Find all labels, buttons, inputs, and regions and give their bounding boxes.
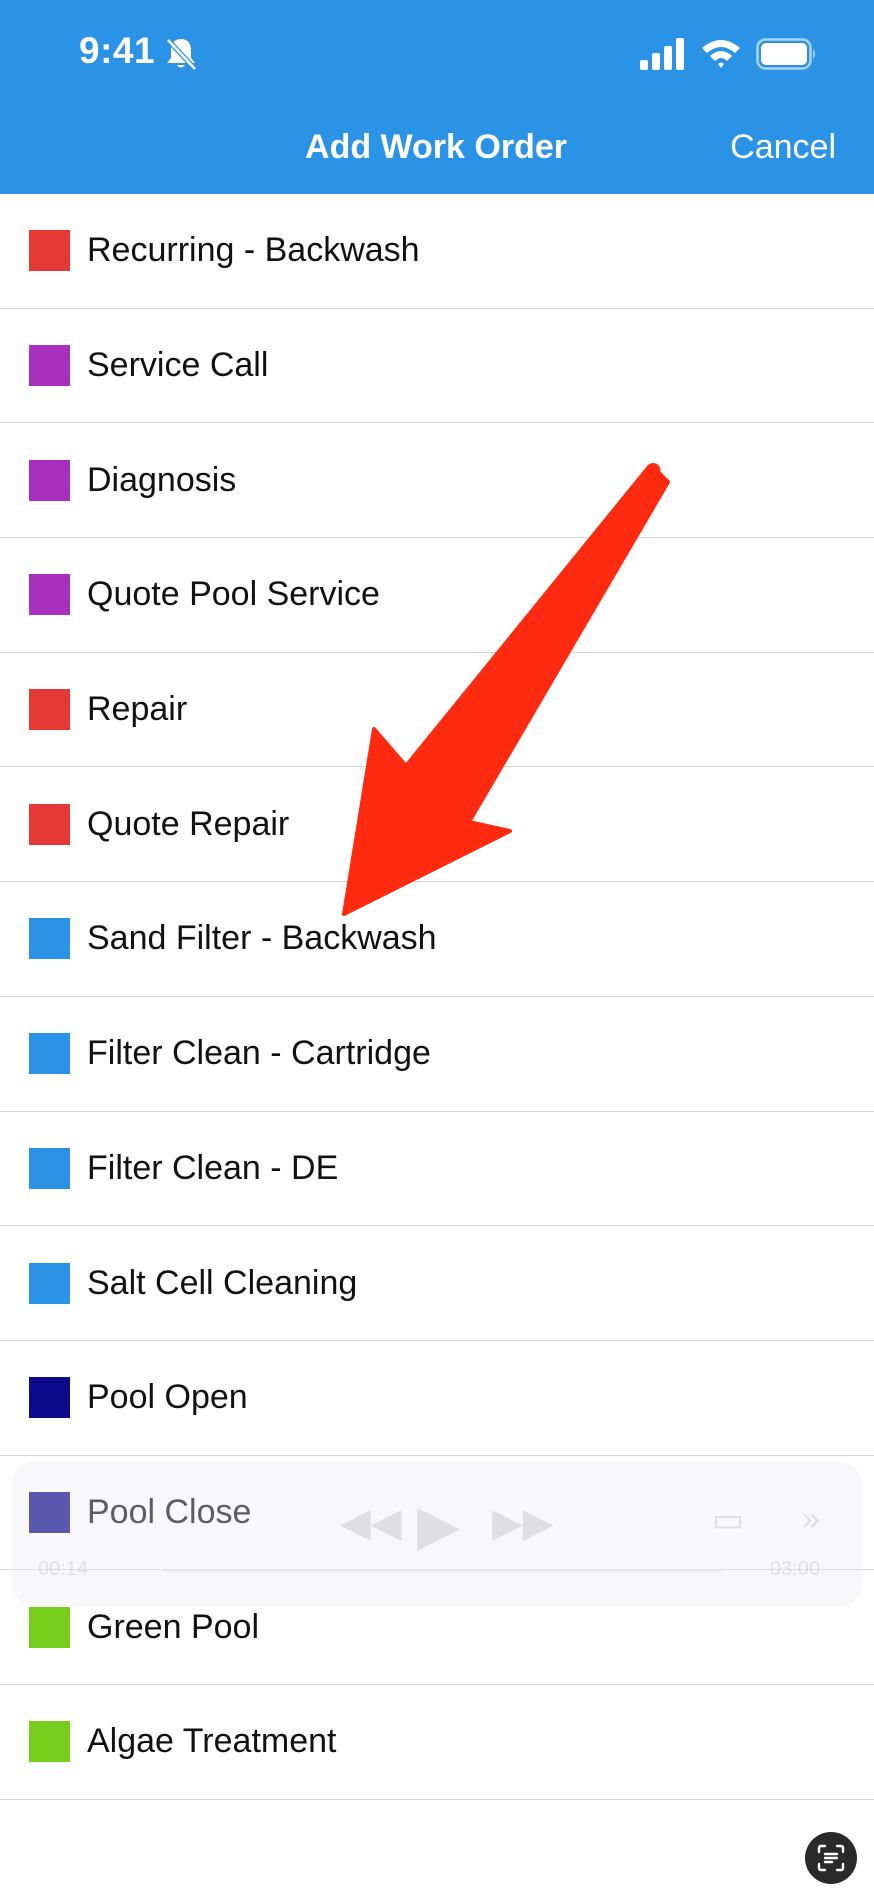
work-order-type-label: Filter Clean - Cartridge [87,1034,431,1073]
work-order-type-label: Repair [87,690,188,729]
color-swatch [29,918,70,960]
color-swatch [29,1147,70,1189]
color-swatch [29,1491,70,1533]
work-order-type-label: Algae Treatment [87,1722,337,1761]
live-text-icon [817,1844,845,1872]
color-swatch [29,803,70,845]
work-order-type-label: Pool Open [87,1378,248,1417]
work-order-type-row[interactable]: Quote Pool Service [0,538,874,653]
work-order-type-row[interactable]: Filter Clean - Cartridge [0,997,874,1112]
wifi-icon [702,40,740,68]
work-order-type-row[interactable]: Filter Clean - DE [0,1112,874,1227]
live-text-button[interactable] [805,1832,857,1884]
work-order-type-label: Sand Filter - Backwash [87,919,437,958]
work-order-type-label: Quote Repair [87,804,290,843]
work-order-type-row[interactable]: Pool Open [0,1341,874,1456]
color-swatch [29,1033,70,1075]
color-swatch [29,1377,70,1419]
work-order-type-label: Pool Close [87,1492,252,1531]
work-order-type-row[interactable]: Pool Close [0,1456,874,1571]
work-order-type-row[interactable]: Algae Treatment [0,1685,874,1800]
work-order-type-row[interactable]: Green Pool [0,1570,874,1685]
bell-slash-icon [166,38,197,71]
color-swatch [29,459,70,501]
battery-icon [756,38,815,70]
color-swatch [29,689,70,731]
cancel-button[interactable]: Cancel [730,128,836,167]
work-order-type-label: Green Pool [87,1607,259,1646]
status-time: 9:41 [79,30,156,71]
screen: 9:41 Add Work Order Cancel Recurring - B [0,0,874,1898]
work-order-type-label: Diagnosis [87,460,237,499]
work-order-type-row[interactable]: Quote Repair [0,767,874,883]
color-swatch [29,230,70,272]
work-order-type-label: Quote Pool Service [87,575,380,614]
work-order-type-label: Filter Clean - DE [87,1148,339,1187]
color-swatch [29,1721,70,1763]
color-swatch [29,574,70,616]
work-order-type-row[interactable]: Repair [0,653,874,768]
work-order-type-row[interactable]: Diagnosis [0,423,874,539]
cellular-signal-icon [640,38,684,70]
color-swatch [29,1262,70,1304]
page-title-text: Add Work Order [305,128,567,166]
work-order-type-label: Recurring - Backwash [87,231,420,270]
work-order-type-label: Salt Cell Cleaning [87,1263,358,1302]
work-order-type-label: Service Call [87,346,269,385]
navigation-header: 9:41 Add Work Order Cancel [0,0,874,194]
work-order-type-row[interactable]: Service Call [0,309,874,424]
color-swatch [29,345,70,387]
work-order-type-row[interactable]: Recurring - Backwash [0,194,874,309]
work-order-type-row[interactable]: Sand Filter - Backwash [0,882,874,997]
color-swatch [29,1606,70,1648]
work-order-type-row[interactable]: Salt Cell Cleaning [0,1226,874,1341]
work-order-type-list: Recurring - Backwash Service Call Diagnosi… [0,194,874,1800]
